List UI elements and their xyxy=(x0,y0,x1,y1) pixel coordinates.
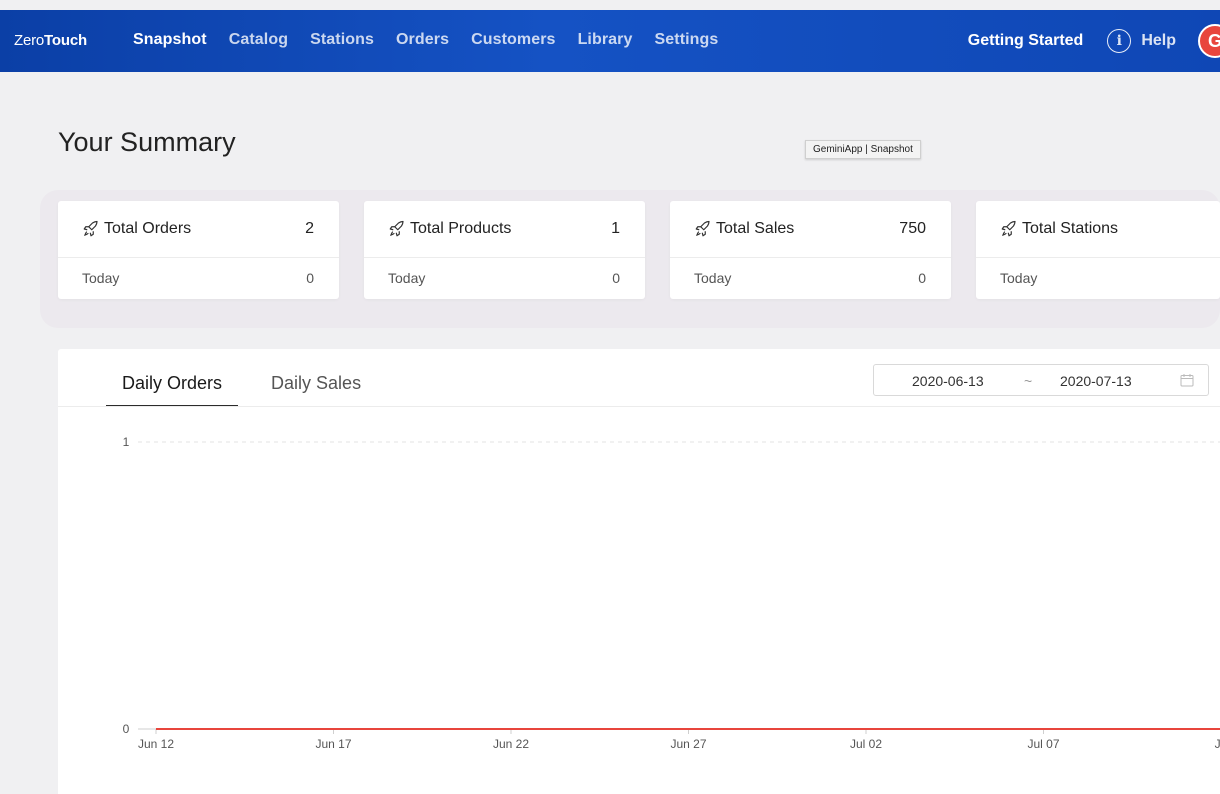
card-title: Total Orders xyxy=(104,220,192,237)
card-title: Total Products xyxy=(410,220,512,237)
x-tick-label: Ju xyxy=(1215,737,1220,751)
card-value: 2 xyxy=(305,220,314,237)
brand-part-1: Zero xyxy=(14,32,45,49)
card-total-orders: Total Orders 2 Today 0 xyxy=(58,201,339,299)
window-title-tooltip: GeminiApp | Snapshot xyxy=(805,140,921,159)
info-icon: i xyxy=(1107,29,1132,53)
nav-item-orders[interactable]: Orders xyxy=(385,31,460,49)
card-sub-label: Today xyxy=(694,270,732,286)
rocket-icon xyxy=(695,220,710,237)
y-tick-label: 1 xyxy=(123,435,130,449)
card-title: Total Sales xyxy=(716,220,795,237)
nav-item-stations[interactable]: Stations xyxy=(299,31,385,49)
x-tick-label: Jul 02 xyxy=(850,737,882,751)
nav-item-customers[interactable]: Customers xyxy=(460,31,566,49)
x-tick-label: Jul 07 xyxy=(1027,737,1059,751)
x-tick-label: Jun 17 xyxy=(315,737,351,751)
card-value: 1 xyxy=(611,220,620,237)
card-title: Total Stations xyxy=(1022,220,1119,237)
right-nav: Getting Started i Help G xyxy=(968,10,1220,72)
rocket-icon xyxy=(1001,220,1016,237)
calendar-icon[interactable] xyxy=(1180,373,1194,387)
card-total-sales: Total Sales 750 Today 0 xyxy=(670,201,951,299)
tab-daily-sales[interactable]: Daily Sales xyxy=(255,349,377,407)
card-sub-label: Today xyxy=(388,270,426,286)
getting-started-link[interactable]: Getting Started xyxy=(968,32,1084,50)
x-tick-label: Jun 27 xyxy=(670,737,706,751)
brand-logo[interactable]: ZeroTouch xyxy=(14,32,87,49)
rocket-icon xyxy=(389,220,404,237)
help-label: Help xyxy=(1141,32,1176,49)
card-sub-value: 0 xyxy=(918,270,926,286)
brand-part-2: Touch xyxy=(44,32,87,49)
range-separator: ~ xyxy=(1024,373,1033,389)
tab-divider xyxy=(58,406,1220,407)
date-range-picker[interactable]: 2020-06-13 ~ 2020-07-13 xyxy=(873,364,1209,396)
rocket-icon xyxy=(83,220,98,237)
card-sub-label: Today xyxy=(82,270,120,286)
top-navbar: ZeroTouch Snapshot Catalog Stations Orde… xyxy=(0,10,1220,72)
avatar[interactable]: G xyxy=(1198,24,1220,58)
nav-item-settings[interactable]: Settings xyxy=(644,31,730,49)
card-sub-label: Today xyxy=(1000,270,1038,286)
range-end-input[interactable]: 2020-07-13 xyxy=(1060,373,1132,389)
help-link[interactable]: i Help xyxy=(1107,29,1176,53)
chart-tabs: Daily Orders Daily Sales xyxy=(106,349,394,407)
nav-item-library[interactable]: Library xyxy=(567,31,644,49)
card-value: 750 xyxy=(899,220,926,237)
daily-orders-chart: 0 1 Jun 12 Jun 17 Jun 22 Jun 27 Jul 02 Jul 07 Ju xyxy=(123,435,1220,751)
main-nav: Snapshot Catalog Stations Orders Custome… xyxy=(122,31,729,49)
nav-item-catalog[interactable]: Catalog xyxy=(218,31,299,49)
x-tick-label: Jun 22 xyxy=(493,737,529,751)
tab-daily-orders[interactable]: Daily Orders xyxy=(106,349,239,407)
x-tick-label: Jun 12 xyxy=(138,737,174,751)
card-total-products: Total Products 1 Today 0 xyxy=(364,201,645,299)
page-title: Your Summary xyxy=(58,127,236,157)
range-start-input[interactable]: 2020-06-13 xyxy=(912,373,984,389)
y-tick-label: 0 xyxy=(123,722,130,736)
chart-panel: 0 1 Jun 12 Jun 17 Jun 22 Jun 27 Jul 02 Jul 07 Ju… xyxy=(58,349,1220,794)
card-sub-value: 0 xyxy=(612,270,620,286)
nav-item-snapshot[interactable]: Snapshot xyxy=(122,31,218,49)
card-sub-value: 0 xyxy=(306,270,314,286)
card-total-stations: Total Stations Today xyxy=(976,201,1220,299)
